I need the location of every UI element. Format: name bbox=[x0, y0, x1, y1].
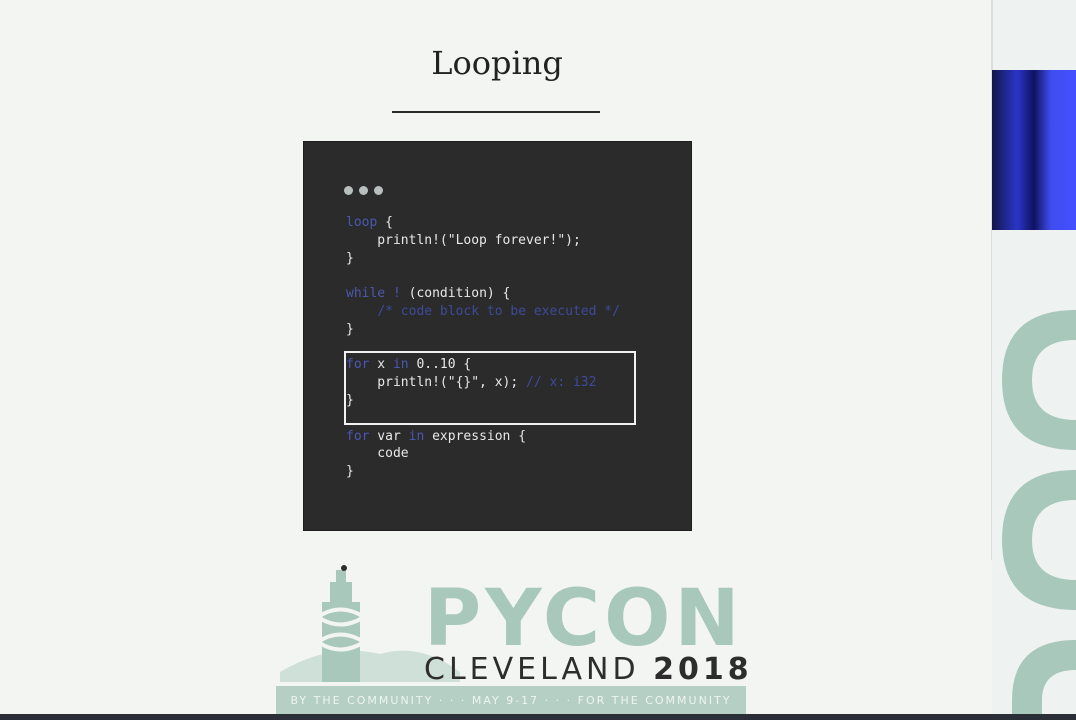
code-panel: loop { println!("Loop forever!"); } whil… bbox=[303, 141, 692, 531]
code-line: } bbox=[346, 322, 354, 337]
code-line: loop { bbox=[346, 215, 393, 230]
code-line: } bbox=[346, 251, 354, 266]
code-block: loop { println!("Loop forever!"); } whil… bbox=[346, 214, 620, 481]
code-line: for var in expression { bbox=[346, 429, 526, 444]
code-text: code bbox=[346, 446, 409, 462]
bottom-bar bbox=[0, 714, 1076, 720]
code-keyword: loop bbox=[346, 215, 378, 230]
code-line: println!("Loop forever!"); bbox=[346, 233, 581, 248]
dot-icon bbox=[359, 186, 368, 195]
code-keyword: ! bbox=[392, 286, 401, 302]
dot-icon bbox=[344, 186, 353, 195]
slide-title: Looping bbox=[431, 44, 563, 82]
code-text: var bbox=[369, 428, 409, 444]
code-text: expression { bbox=[424, 428, 527, 444]
code-text: (condition) { bbox=[400, 286, 511, 302]
window-dots bbox=[344, 186, 383, 195]
code-keyword: while bbox=[346, 286, 386, 302]
conference-banner: BY THE COMMUNITY · · · MAY 9-17 · · · FO… bbox=[276, 686, 746, 714]
cleveland-label: CLEVELAND 2018 bbox=[424, 652, 753, 687]
title-underline bbox=[392, 111, 600, 113]
city-text: CLEVELAND bbox=[424, 652, 640, 687]
code-line: } bbox=[346, 464, 354, 479]
stage-curtain bbox=[992, 70, 1076, 230]
highlight-box bbox=[344, 351, 636, 425]
pycon-wordmark: PYCON bbox=[424, 574, 744, 664]
code-text: } bbox=[346, 464, 354, 480]
code-text: } bbox=[346, 250, 354, 266]
code-text: println!("Loop forever!"); bbox=[346, 232, 581, 248]
code-comment: /* code block to be executed */ bbox=[377, 303, 620, 319]
year-text: 2018 bbox=[653, 652, 753, 687]
code-keyword: in bbox=[408, 428, 425, 444]
code-text: } bbox=[346, 321, 354, 337]
side-logo-fragment bbox=[992, 230, 1076, 720]
code-line: /* code block to be executed */ bbox=[346, 304, 620, 319]
dot-icon bbox=[374, 186, 383, 195]
code-text: { bbox=[377, 215, 393, 230]
code-line: code bbox=[346, 446, 409, 462]
code-keyword: for bbox=[346, 428, 370, 444]
code-line: while ! (condition) { bbox=[346, 286, 510, 301]
